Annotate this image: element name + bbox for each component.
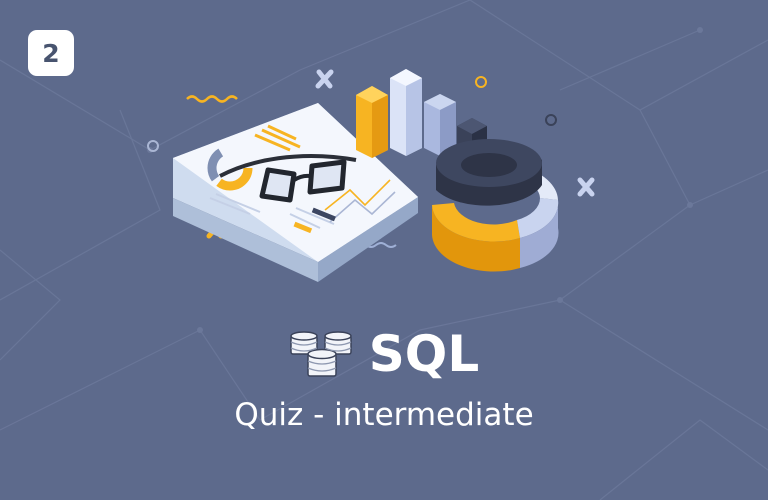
ring-decoration (545, 114, 557, 126)
subtitle: Quiz - intermediate (234, 397, 534, 433)
title-row: SQL (0, 322, 768, 386)
wave-decoration (186, 95, 238, 103)
page-title: SQL (368, 325, 480, 383)
course-thumbnail: 2 SQL Quiz - intermediate (0, 0, 768, 500)
database-stack-icon (290, 331, 352, 377)
ring-decoration (475, 76, 487, 88)
donut-chart-icon (432, 139, 559, 272)
ring-decoration (147, 140, 159, 152)
